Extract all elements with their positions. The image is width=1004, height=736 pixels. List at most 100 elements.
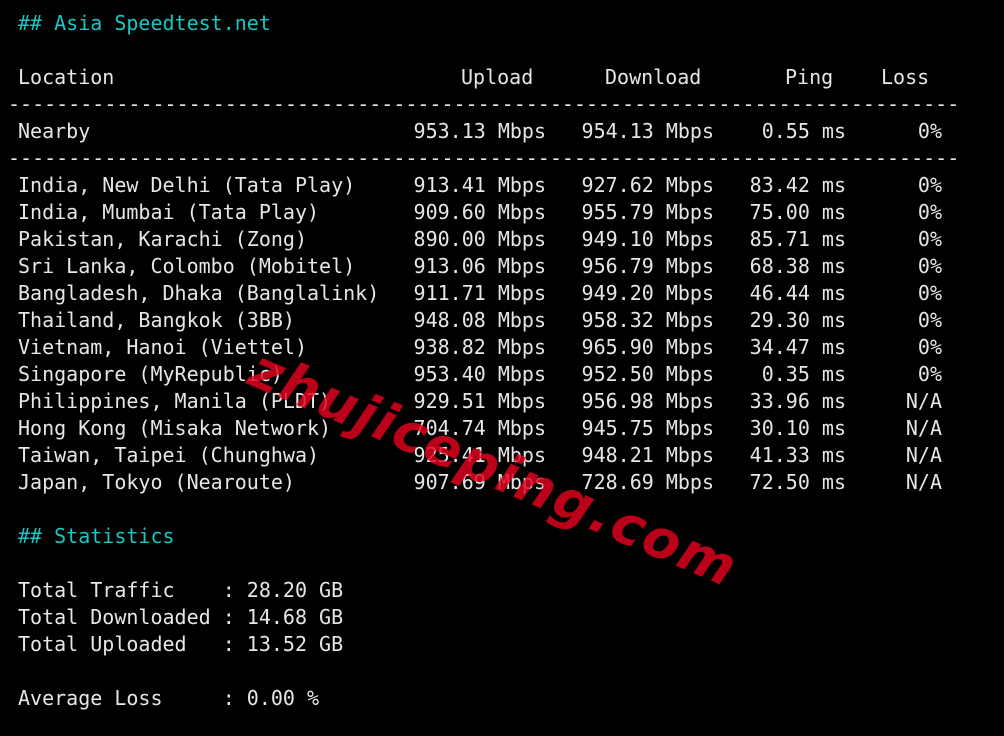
row-ping: 46.44 ms xyxy=(749,281,846,305)
stat-total-downloaded: Total Downloaded : 14.68 GB xyxy=(18,605,344,629)
table-row: Taiwan, Taipei (Chunghwa) 925.41 Mbps 948.… xyxy=(18,442,978,469)
stat-total-traffic: Total Traffic : 28.20 GB xyxy=(18,578,344,602)
header-location: Location xyxy=(18,65,115,89)
stat-label: Average Loss xyxy=(18,686,223,710)
stat-value: 14.68 GB xyxy=(246,605,344,629)
row-download: 728.69 Mbps xyxy=(581,470,714,494)
table-row: Thailand, Bangkok (3BB) 948.08 Mbps 958.32… xyxy=(18,307,978,334)
row-upload: 953.13 Mbps xyxy=(413,119,546,143)
row-location: Philippines, Manila (PLDT) xyxy=(18,389,332,413)
section-title-asia-speedtest: ## Asia Speedtest.net xyxy=(18,11,271,35)
row-upload: 913.06 Mbps xyxy=(413,254,546,278)
table-row: Pakistan, Karachi (Zong) 890.00 Mbps 949.1… xyxy=(18,226,978,253)
row-loss: N/A xyxy=(905,389,942,413)
header-ping: Ping xyxy=(785,65,834,89)
row-download: 955.79 Mbps xyxy=(581,200,714,224)
row-location: Bangladesh, Dhaka (Banglalink) xyxy=(18,281,380,305)
row-download: 956.98 Mbps xyxy=(581,389,714,413)
row-ping: 0.35 ms xyxy=(761,362,846,386)
stat-label: Total Downloaded xyxy=(18,605,223,629)
table-row-nearby: Nearby 953.13 Mbps 954.13 Mbps 0.55 ms 0… xyxy=(18,118,978,145)
row-loss: N/A xyxy=(905,470,942,494)
row-loss: N/A xyxy=(905,443,942,467)
row-download: 958.32 Mbps xyxy=(581,308,714,332)
row-loss: 0% xyxy=(917,281,942,305)
row-ping: 30.10 ms xyxy=(749,416,846,440)
row-ping: 75.00 ms xyxy=(749,200,846,224)
row-upload: 913.41 Mbps xyxy=(413,173,546,197)
row-loss: 0% xyxy=(917,254,942,278)
row-upload: 925.41 Mbps xyxy=(413,443,546,467)
row-ping: 34.47 ms xyxy=(749,335,846,359)
row-download: 945.75 Mbps xyxy=(581,416,714,440)
table-row: Vietnam, Hanoi (Viettel) 938.82 Mbps 965.9… xyxy=(18,334,978,361)
stat-label: Total Uploaded xyxy=(18,632,223,656)
row-loss: 0% xyxy=(917,308,942,332)
row-upload: 948.08 Mbps xyxy=(413,308,546,332)
table-row: Hong Kong (Misaka Network) 704.74 Mbps 945… xyxy=(18,415,978,442)
separator-bottom: ----------------------------------------… xyxy=(8,146,960,170)
row-loss: 0% xyxy=(917,335,942,359)
row-download: 952.50 Mbps xyxy=(581,362,714,386)
row-ping: 29.30 ms xyxy=(749,308,846,332)
stat-value: 0.00 % xyxy=(246,686,320,710)
row-loss: 0% xyxy=(917,227,942,251)
header-loss: Loss xyxy=(881,65,930,89)
row-download: 927.62 Mbps xyxy=(581,173,714,197)
row-location: Nearby xyxy=(18,119,91,143)
row-upload: 909.60 Mbps xyxy=(413,200,546,224)
separator-top: ----------------------------------------… xyxy=(8,92,960,116)
header-download: Download xyxy=(605,65,702,89)
row-ping: 68.38 ms xyxy=(749,254,846,278)
row-ping: 72.50 ms xyxy=(749,470,846,494)
row-download: 956.79 Mbps xyxy=(581,254,714,278)
row-ping: 0.55 ms xyxy=(761,119,846,143)
row-download: 949.10 Mbps xyxy=(581,227,714,251)
row-ping: 83.42 ms xyxy=(749,173,846,197)
row-upload: 929.51 Mbps xyxy=(413,389,546,413)
row-ping: 85.71 ms xyxy=(749,227,846,251)
row-loss: 0% xyxy=(917,173,942,197)
terminal-output: ## Asia Speedtest.net Location Upload Do… xyxy=(0,0,1004,736)
stat-value: 28.20 GB xyxy=(246,578,344,602)
table-row: Philippines, Manila (PLDT) 929.51 Mbps 956… xyxy=(18,388,978,415)
row-location: Singapore (MyRepublic) xyxy=(18,362,283,386)
row-upload: 890.00 Mbps xyxy=(413,227,546,251)
row-download: 948.21 Mbps xyxy=(581,443,714,467)
row-download: 954.13 Mbps xyxy=(581,119,714,143)
row-location: Taiwan, Taipei (Chunghwa) xyxy=(18,443,320,467)
header-upload: Upload xyxy=(461,65,534,89)
table-row: India, Mumbai (Tata Play) 909.60 Mbps 955.… xyxy=(18,199,978,226)
row-loss: N/A xyxy=(905,416,942,440)
row-location: Thailand, Bangkok (3BB) xyxy=(18,308,295,332)
table-header: Location Upload Download Ping Loss xyxy=(18,64,978,91)
row-location: Hong Kong (Misaka Network) xyxy=(18,416,332,440)
row-upload: 907.69 Mbps xyxy=(413,470,546,494)
row-upload: 938.82 Mbps xyxy=(413,335,546,359)
table-row: Japan, Tokyo (Nearoute) 907.69 Mbps 728.69… xyxy=(18,469,978,496)
row-upload: 953.40 Mbps xyxy=(413,362,546,386)
row-location: Japan, Tokyo (Nearoute) xyxy=(18,470,295,494)
row-location: Pakistan, Karachi (Zong) xyxy=(18,227,307,251)
row-location: India, New Delhi (Tata Play) xyxy=(18,173,356,197)
stat-value: 13.52 GB xyxy=(246,632,344,656)
table-row: Bangladesh, Dhaka (Banglalink) 911.71 Mbp… xyxy=(18,280,978,307)
row-ping: 41.33 ms xyxy=(749,443,846,467)
row-location: India, Mumbai (Tata Play) xyxy=(18,200,320,224)
table-row: Sri Lanka, Colombo (Mobitel) 913.06 Mbps 9… xyxy=(18,253,978,280)
row-location: Sri Lanka, Colombo (Mobitel) xyxy=(18,254,356,278)
section-title-statistics: ## Statistics xyxy=(18,524,175,548)
row-upload: 704.74 Mbps xyxy=(413,416,546,440)
stat-total-uploaded: Total Uploaded : 13.52 GB xyxy=(18,632,344,656)
table-row: Singapore (MyRepublic) 953.40 Mbps 952.50 … xyxy=(18,361,978,388)
row-download: 949.20 Mbps xyxy=(581,281,714,305)
table-row: India, New Delhi (Tata Play) 913.41 Mbps 9… xyxy=(18,172,978,199)
row-upload: 911.71 Mbps xyxy=(413,281,546,305)
row-loss: 0% xyxy=(917,200,942,224)
row-download: 965.90 Mbps xyxy=(581,335,714,359)
row-loss: 0% xyxy=(917,362,942,386)
row-location: Vietnam, Hanoi (Viettel) xyxy=(18,335,307,359)
stat-label: Total Traffic xyxy=(18,578,223,602)
row-loss: 0% xyxy=(917,119,942,143)
row-ping: 33.96 ms xyxy=(749,389,846,413)
